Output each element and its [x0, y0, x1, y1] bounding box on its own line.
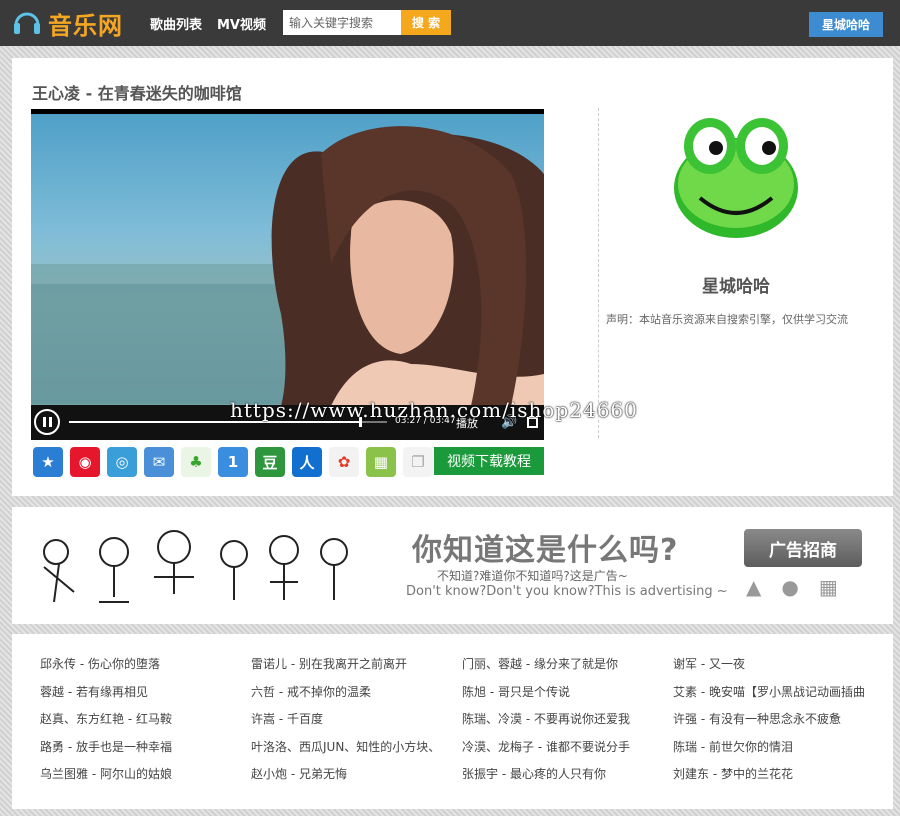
song-link[interactable]: 叶洛洛、西瓜JUN、知性的小方块、 — [251, 737, 462, 765]
ad-subtitle-en: Don't know?Don't you know?This is advert… — [406, 584, 728, 599]
song-link[interactable]: 乌兰图雅 - 阿尔山的姑娘 — [40, 764, 251, 792]
windows-icon: ▦ — [818, 575, 838, 599]
ad-contact-button[interactable]: 广告招商 — [744, 529, 862, 567]
song-link[interactable]: 张振宇 - 最心疼的人只有你 — [462, 764, 673, 792]
download-tutorial-button[interactable]: 视频下载教程 — [434, 447, 544, 475]
baidu-icon[interactable]: ▦ — [366, 447, 396, 477]
song-link[interactable]: 邱永传 - 伤心你的堕落 — [40, 654, 251, 682]
video-thumbnail — [31, 126, 544, 406]
kaixin-icon[interactable]: ♣ — [181, 447, 211, 477]
cartoon-characters-image — [43, 530, 348, 603]
search-input[interactable] — [283, 10, 401, 35]
watermark: https://www.huzhan.com/ishop24660 — [230, 398, 638, 422]
douban-icon[interactable]: 豆 — [255, 447, 285, 477]
song-link[interactable]: 冷漠、龙梅子 - 谁都不要说分手 — [462, 737, 673, 765]
song-link[interactable]: 路勇 - 放手也是一种幸福 — [40, 737, 251, 765]
qzone-icon[interactable]: ★ — [33, 447, 63, 477]
song-link[interactable]: 刘建东 - 梦中的兰花花 — [673, 764, 880, 792]
top-bar: 音乐网 歌曲列表 MV视频 搜 索 星城哈哈 — [0, 0, 900, 46]
android-icon: ▲ — [746, 575, 762, 599]
song-link[interactable]: 雷诺儿 - 别在我离开之前离开 — [251, 654, 462, 682]
nav-song-list[interactable]: 歌曲列表 — [150, 14, 202, 33]
apple-icon: ● — [781, 575, 799, 599]
song-list: 邱永传 - 伤心你的堕落 雷诺儿 - 别在我离开之前离开 门丽、蓉越 - 缘分来… — [40, 654, 880, 792]
disclaimer-text: 声明：本站音乐资源来自搜索引擎，仅供学习交流 — [606, 313, 848, 326]
ad-title: 你知道这是什么吗? — [412, 533, 679, 568]
song-link[interactable]: 陈旭 - 哥只是个传说 — [462, 682, 673, 710]
divider — [598, 108, 599, 438]
weibo-icon[interactable]: ◉ — [70, 447, 100, 477]
feixin-icon[interactable]: ✿ — [329, 447, 359, 477]
frog-avatar — [674, 118, 798, 238]
song-link[interactable]: 许嵩 - 千百度 — [251, 709, 462, 737]
logo-text: 音乐网 — [48, 11, 123, 40]
song-link[interactable]: 谢军 - 又一夜 — [673, 654, 880, 682]
song-list-panel: 邱永传 - 伤心你的堕落 雷诺儿 - 别在我离开之前离开 门丽、蓉越 - 缘分来… — [12, 634, 893, 809]
profile-name: 星城哈哈 — [702, 277, 770, 297]
ad-subtitle-cn: 不知道?难道你不知道吗?这是广告~ — [437, 569, 628, 583]
search-button[interactable]: 搜 索 — [401, 10, 451, 35]
song-link[interactable]: 许强 - 有没有一种思念永不疲惫 — [673, 709, 880, 737]
email-icon[interactable]: ✉ — [144, 447, 174, 477]
headphones-icon — [14, 12, 40, 34]
renren-icon[interactable]: 人 — [292, 447, 322, 477]
page-title: 王心凌 - 在青春迷失的咖啡馆 — [32, 84, 242, 103]
song-link[interactable]: 蓉越 - 若有缘再相见 — [40, 682, 251, 710]
pengyou-icon[interactable]: 1 — [218, 447, 248, 477]
nav-mv-video[interactable]: MV视频 — [217, 14, 266, 33]
song-link[interactable]: 艾素 - 晚安喵【罗小黑战记动画插曲 — [673, 682, 880, 710]
song-link[interactable]: 六哲 - 戒不掉你的温柔 — [251, 682, 462, 710]
platform-icons: ▲ ● ▦ — [746, 575, 838, 599]
song-link[interactable]: 陈瑞 - 前世欠你的情泪 — [673, 737, 880, 765]
site-logo[interactable]: 音乐网 — [12, 6, 123, 40]
song-link[interactable]: 赵真、东方红艳 - 红马鞍 — [40, 709, 251, 737]
pause-icon[interactable] — [34, 409, 60, 435]
song-link[interactable]: 赵小炮 - 兄弟无悔 — [251, 764, 462, 792]
copy-icon[interactable]: ❐ — [403, 447, 433, 477]
video-frame[interactable] — [31, 114, 544, 406]
tencent-weibo-icon[interactable]: ◎ — [107, 447, 137, 477]
player-panel: 王心凌 - 在青春迷失的咖啡馆 03:27 / 03:47 播放 🔊 https… — [12, 58, 893, 496]
ad-banner[interactable]: 你知道这是什么吗? 不知道?难道你不知道吗?这是广告~ Don't know?D… — [12, 507, 893, 624]
share-bar: ★ ◉ ◎ ✉ ♣ 1 豆 人 ✿ ▦ ❐ — [33, 447, 433, 477]
song-link[interactable]: 陈瑞、冷漠 - 不要再说你还爱我 — [462, 709, 673, 737]
song-link[interactable]: 门丽、蓉越 - 缘分来了就是你 — [462, 654, 673, 682]
user-button[interactable]: 星城哈哈 — [809, 12, 883, 37]
video-player[interactable]: 03:27 / 03:47 播放 🔊 — [31, 109, 544, 440]
